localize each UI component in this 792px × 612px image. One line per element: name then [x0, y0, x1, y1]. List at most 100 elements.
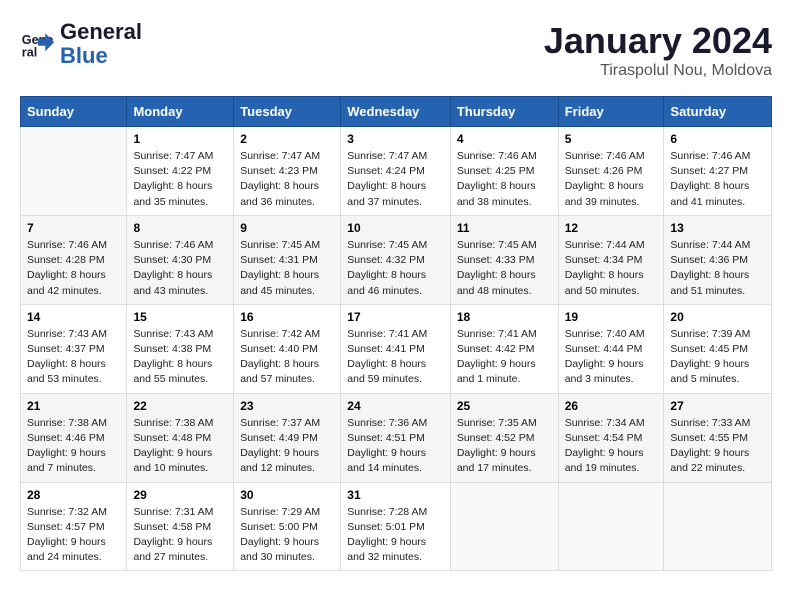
day-info: Sunrise: 7:44 AMSunset: 4:36 PMDaylight:…: [670, 238, 765, 299]
day-number: 5: [565, 132, 658, 146]
day-number: 25: [457, 399, 552, 413]
day-number: 30: [240, 488, 334, 502]
calendar-cell: 26 Sunrise: 7:34 AMSunset: 4:54 PMDaylig…: [558, 393, 664, 482]
calendar-cell: 3 Sunrise: 7:47 AMSunset: 4:24 PMDayligh…: [341, 127, 451, 216]
calendar-cell: 20 Sunrise: 7:39 AMSunset: 4:45 PMDaylig…: [664, 304, 772, 393]
title-block: January 2024 Tiraspolul Nou, Moldova: [544, 20, 772, 80]
day-number: 20: [670, 310, 765, 324]
day-number: 9: [240, 221, 334, 235]
day-number: 6: [670, 132, 765, 146]
day-number: 1: [133, 132, 227, 146]
weekday-header-wednesday: Wednesday: [341, 97, 451, 127]
calendar-week-2: 7 Sunrise: 7:46 AMSunset: 4:28 PMDayligh…: [21, 215, 772, 304]
day-info: Sunrise: 7:38 AMSunset: 4:48 PMDaylight:…: [133, 416, 227, 477]
calendar-cell: 17 Sunrise: 7:41 AMSunset: 4:41 PMDaylig…: [341, 304, 451, 393]
day-info: Sunrise: 7:46 AMSunset: 4:25 PMDaylight:…: [457, 149, 552, 210]
page-header: Gene ral General Blue January 2024 Tiras…: [20, 20, 772, 80]
day-info: Sunrise: 7:47 AMSunset: 4:24 PMDaylight:…: [347, 149, 444, 210]
calendar-cell: [664, 482, 772, 571]
day-number: 11: [457, 221, 552, 235]
day-number: 18: [457, 310, 552, 324]
calendar-cell: 12 Sunrise: 7:44 AMSunset: 4:34 PMDaylig…: [558, 215, 664, 304]
weekday-header-monday: Monday: [127, 97, 234, 127]
calendar-week-3: 14 Sunrise: 7:43 AMSunset: 4:37 PMDaylig…: [21, 304, 772, 393]
day-info: Sunrise: 7:45 AMSunset: 4:33 PMDaylight:…: [457, 238, 552, 299]
calendar-week-1: 1 Sunrise: 7:47 AMSunset: 4:22 PMDayligh…: [21, 127, 772, 216]
day-info: Sunrise: 7:46 AMSunset: 4:27 PMDaylight:…: [670, 149, 765, 210]
logo-general: General: [60, 19, 142, 44]
day-info: Sunrise: 7:36 AMSunset: 4:51 PMDaylight:…: [347, 416, 444, 477]
calendar-cell: 1 Sunrise: 7:47 AMSunset: 4:22 PMDayligh…: [127, 127, 234, 216]
day-number: 10: [347, 221, 444, 235]
day-number: 27: [670, 399, 765, 413]
weekday-header-friday: Friday: [558, 97, 664, 127]
day-number: 31: [347, 488, 444, 502]
day-info: Sunrise: 7:41 AMSunset: 4:42 PMDaylight:…: [457, 327, 552, 388]
day-info: Sunrise: 7:46 AMSunset: 4:26 PMDaylight:…: [565, 149, 658, 210]
logo-blue: Blue: [60, 43, 108, 68]
day-number: 2: [240, 132, 334, 146]
day-info: Sunrise: 7:45 AMSunset: 4:32 PMDaylight:…: [347, 238, 444, 299]
day-info: Sunrise: 7:35 AMSunset: 4:52 PMDaylight:…: [457, 416, 552, 477]
calendar-cell: 16 Sunrise: 7:42 AMSunset: 4:40 PMDaylig…: [234, 304, 341, 393]
day-info: Sunrise: 7:47 AMSunset: 4:23 PMDaylight:…: [240, 149, 334, 210]
calendar-week-4: 21 Sunrise: 7:38 AMSunset: 4:46 PMDaylig…: [21, 393, 772, 482]
calendar-cell: 29 Sunrise: 7:31 AMSunset: 4:58 PMDaylig…: [127, 482, 234, 571]
calendar-cell: [21, 127, 127, 216]
weekday-header-row: SundayMondayTuesdayWednesdayThursdayFrid…: [21, 97, 772, 127]
calendar-cell: 6 Sunrise: 7:46 AMSunset: 4:27 PMDayligh…: [664, 127, 772, 216]
calendar-cell: 5 Sunrise: 7:46 AMSunset: 4:26 PMDayligh…: [558, 127, 664, 216]
day-info: Sunrise: 7:42 AMSunset: 4:40 PMDaylight:…: [240, 327, 334, 388]
calendar-cell: 27 Sunrise: 7:33 AMSunset: 4:55 PMDaylig…: [664, 393, 772, 482]
weekday-header-saturday: Saturday: [664, 97, 772, 127]
day-info: Sunrise: 7:40 AMSunset: 4:44 PMDaylight:…: [565, 327, 658, 388]
day-info: Sunrise: 7:32 AMSunset: 4:57 PMDaylight:…: [27, 505, 120, 566]
calendar-cell: 18 Sunrise: 7:41 AMSunset: 4:42 PMDaylig…: [450, 304, 558, 393]
day-number: 12: [565, 221, 658, 235]
day-number: 28: [27, 488, 120, 502]
day-info: Sunrise: 7:39 AMSunset: 4:45 PMDaylight:…: [670, 327, 765, 388]
day-number: 8: [133, 221, 227, 235]
day-number: 17: [347, 310, 444, 324]
weekday-header-thursday: Thursday: [450, 97, 558, 127]
logo: Gene ral General Blue: [20, 20, 142, 68]
calendar-cell: 28 Sunrise: 7:32 AMSunset: 4:57 PMDaylig…: [21, 482, 127, 571]
day-info: Sunrise: 7:43 AMSunset: 4:37 PMDaylight:…: [27, 327, 120, 388]
calendar-week-5: 28 Sunrise: 7:32 AMSunset: 4:57 PMDaylig…: [21, 482, 772, 571]
logo-icon: Gene ral: [20, 26, 56, 62]
calendar-cell: 24 Sunrise: 7:36 AMSunset: 4:51 PMDaylig…: [341, 393, 451, 482]
calendar-cell: 13 Sunrise: 7:44 AMSunset: 4:36 PMDaylig…: [664, 215, 772, 304]
calendar-cell: [558, 482, 664, 571]
calendar-cell: 4 Sunrise: 7:46 AMSunset: 4:25 PMDayligh…: [450, 127, 558, 216]
day-info: Sunrise: 7:44 AMSunset: 4:34 PMDaylight:…: [565, 238, 658, 299]
calendar-cell: 19 Sunrise: 7:40 AMSunset: 4:44 PMDaylig…: [558, 304, 664, 393]
calendar-cell: 30 Sunrise: 7:29 AMSunset: 5:00 PMDaylig…: [234, 482, 341, 571]
day-number: 29: [133, 488, 227, 502]
calendar-cell: 14 Sunrise: 7:43 AMSunset: 4:37 PMDaylig…: [21, 304, 127, 393]
day-info: Sunrise: 7:38 AMSunset: 4:46 PMDaylight:…: [27, 416, 120, 477]
calendar-cell: 11 Sunrise: 7:45 AMSunset: 4:33 PMDaylig…: [450, 215, 558, 304]
calendar-table: SundayMondayTuesdayWednesdayThursdayFrid…: [20, 96, 772, 571]
location: Tiraspolul Nou, Moldova: [544, 62, 772, 80]
day-number: 26: [565, 399, 658, 413]
day-number: 14: [27, 310, 120, 324]
calendar-cell: 22 Sunrise: 7:38 AMSunset: 4:48 PMDaylig…: [127, 393, 234, 482]
day-info: Sunrise: 7:43 AMSunset: 4:38 PMDaylight:…: [133, 327, 227, 388]
day-info: Sunrise: 7:45 AMSunset: 4:31 PMDaylight:…: [240, 238, 334, 299]
calendar-cell: 25 Sunrise: 7:35 AMSunset: 4:52 PMDaylig…: [450, 393, 558, 482]
day-number: 19: [565, 310, 658, 324]
day-number: 7: [27, 221, 120, 235]
day-info: Sunrise: 7:29 AMSunset: 5:00 PMDaylight:…: [240, 505, 334, 566]
day-number: 4: [457, 132, 552, 146]
weekday-header-sunday: Sunday: [21, 97, 127, 127]
day-number: 21: [27, 399, 120, 413]
calendar-cell: 8 Sunrise: 7:46 AMSunset: 4:30 PMDayligh…: [127, 215, 234, 304]
day-number: 24: [347, 399, 444, 413]
day-info: Sunrise: 7:46 AMSunset: 4:28 PMDaylight:…: [27, 238, 120, 299]
calendar-cell: 7 Sunrise: 7:46 AMSunset: 4:28 PMDayligh…: [21, 215, 127, 304]
svg-text:ral: ral: [22, 46, 37, 60]
day-number: 3: [347, 132, 444, 146]
day-number: 23: [240, 399, 334, 413]
calendar-cell: 15 Sunrise: 7:43 AMSunset: 4:38 PMDaylig…: [127, 304, 234, 393]
day-number: 13: [670, 221, 765, 235]
